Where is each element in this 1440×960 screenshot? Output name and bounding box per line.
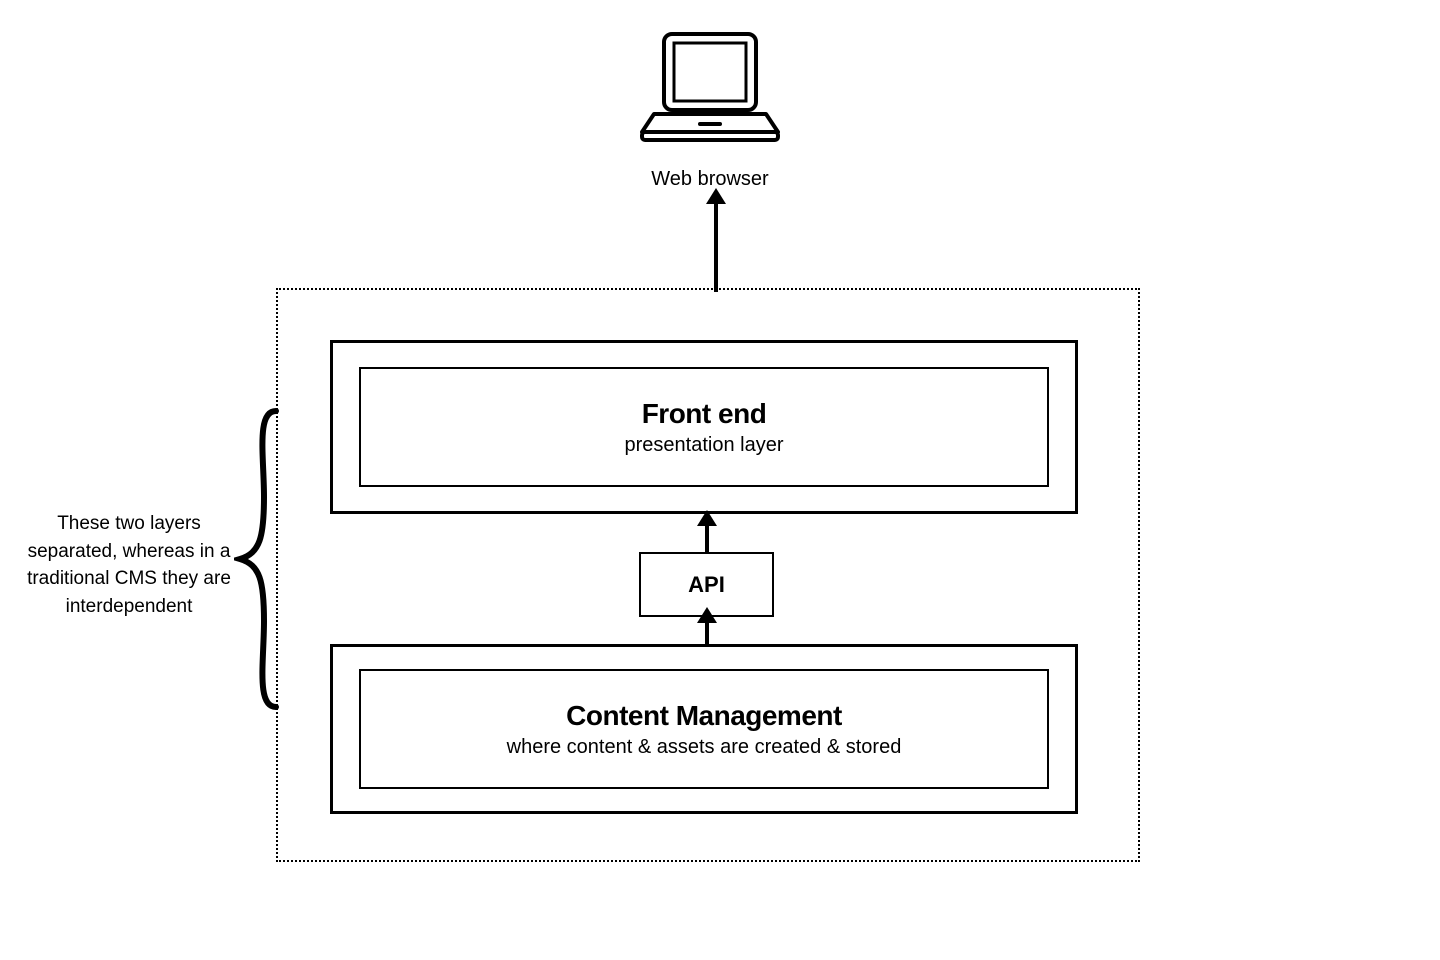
frontend-layer: Front end presentation layer	[330, 340, 1078, 514]
curly-brace-icon	[234, 407, 284, 711]
arrow-backend-to-api	[700, 617, 714, 644]
frontend-title: Front end	[642, 398, 767, 430]
arrow-to-browser	[709, 198, 723, 292]
content-management-layer: Content Management where content & asset…	[330, 644, 1078, 814]
content-management-title: Content Management	[566, 700, 842, 732]
laptop-icon	[640, 28, 780, 148]
annotation-text: These two layers separated, whereas in a…	[24, 510, 234, 620]
content-management-subtitle: where content & assets are created & sto…	[507, 736, 902, 759]
diagram-canvas: Web browser Front end presentation layer…	[0, 0, 1440, 960]
frontend-subtitle: presentation layer	[625, 434, 784, 457]
frontend-layer-inner: Front end presentation layer	[359, 367, 1049, 487]
arrow-api-to-frontend	[700, 520, 714, 552]
api-label: API	[688, 572, 725, 598]
content-management-layer-inner: Content Management where content & asset…	[359, 669, 1049, 789]
